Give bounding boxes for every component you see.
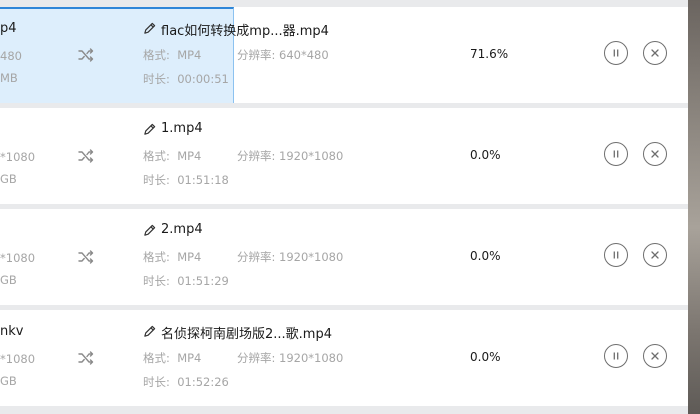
shuffle-icon [78,149,94,163]
source-file-name: nkv [0,324,24,339]
task-row[interactable]: p4 480 MB flac如何转换成mp...器.mp4 格式: MP4 分辨… [0,7,688,103]
output-file-name[interactable]: flac如何转换成mp...器.mp4 [161,20,329,39]
duration-info: 时长: 01:52:26 [143,374,229,390]
duration-value: 01:51:18 [177,173,229,187]
close-icon [651,49,659,57]
task-row[interactable]: *1080 GB 1.mp4 格式: MP4 分辨率: 1920*1080 时长… [0,108,688,204]
source-size: GB [0,172,17,186]
duration-label: 时长: [143,72,170,86]
format-label: 格式: [143,48,170,62]
source-resolution: *1080 [0,352,36,366]
resolution-label: 分辨率: [237,250,276,264]
source-size: GB [0,273,17,287]
format-info: 格式: MP4 [143,148,201,164]
duration-value: 01:51:29 [177,274,229,288]
task-row[interactable]: nkv *1080 GB 名侦探柯南剧场版2...歌.mp4 格式: MP4 分… [0,310,688,406]
source-resolution: 480 [0,49,22,63]
duration-value: 01:52:26 [177,375,229,389]
pause-button[interactable] [604,243,628,267]
pencil-icon[interactable] [143,325,156,338]
format-info: 格式: MP4 [143,350,201,366]
progress-percent: 0.0% [470,350,501,364]
pause-button[interactable] [604,41,628,65]
format-label: 格式: [143,351,170,365]
source-size: MB [0,71,18,85]
pause-icon [613,150,619,158]
duration-info: 时长: 00:00:51 [143,71,229,87]
desktop-background [688,0,700,414]
shuffle-icon [78,351,94,365]
resolution-value: 1920*1080 [279,149,344,163]
shuffle-icon [78,250,94,264]
pause-icon [613,251,619,259]
duration-info: 时长: 01:51:18 [143,172,229,188]
progress-percent: 71.6% [470,47,509,61]
format-info: 格式: MP4 [143,249,201,265]
output-file-name[interactable]: 名侦探柯南剧场版2...歌.mp4 [161,323,332,342]
format-value: MP4 [177,351,202,365]
task-list: p4 480 MB flac如何转换成mp...器.mp4 格式: MP4 分辨… [0,0,688,414]
close-icon [651,352,659,360]
output-file-name[interactable]: 2.mp4 [161,222,203,237]
output-file-name[interactable]: 1.mp4 [161,121,203,136]
pencil-icon[interactable] [143,123,156,136]
resolution-info: 分辨率: 1920*1080 [237,350,343,366]
duration-value: 00:00:51 [177,72,229,86]
resolution-info: 分辨率: 640*480 [237,47,329,63]
resolution-label: 分辨率: [237,351,276,365]
pause-icon [613,352,619,360]
format-label: 格式: [143,250,170,264]
format-info: 格式: MP4 [143,47,201,63]
resolution-label: 分辨率: [237,149,276,163]
pencil-icon[interactable] [143,22,156,35]
resolution-value: 1920*1080 [279,351,344,365]
close-icon [651,150,659,158]
resolution-value: 1920*1080 [279,250,344,264]
source-resolution: *1080 [0,150,36,164]
duration-info: 时长: 01:51:29 [143,273,229,289]
remove-button[interactable] [643,41,667,65]
remove-button[interactable] [643,344,667,368]
format-value: MP4 [177,149,202,163]
duration-label: 时长: [143,274,170,288]
remove-button[interactable] [643,142,667,166]
format-value: MP4 [177,250,202,264]
source-size: GB [0,374,17,388]
pause-button[interactable] [604,142,628,166]
duration-label: 时长: [143,173,170,187]
progress-percent: 0.0% [470,148,501,162]
pause-button[interactable] [604,344,628,368]
task-row[interactable]: *1080 GB 2.mp4 格式: MP4 分辨率: 1920*1080 时长… [0,209,688,305]
resolution-label: 分辨率: [237,48,276,62]
source-file-name: p4 [0,21,17,36]
progress-percent: 0.0% [470,249,501,263]
source-resolution: *1080 [0,251,36,265]
pause-icon [613,49,619,57]
format-value: MP4 [177,48,202,62]
format-label: 格式: [143,149,170,163]
resolution-info: 分辨率: 1920*1080 [237,249,343,265]
duration-label: 时长: [143,375,170,389]
resolution-info: 分辨率: 1920*1080 [237,148,343,164]
resolution-value: 640*480 [279,48,329,62]
shuffle-icon [78,48,94,62]
pencil-icon[interactable] [143,224,156,237]
remove-button[interactable] [643,243,667,267]
close-icon [651,251,659,259]
